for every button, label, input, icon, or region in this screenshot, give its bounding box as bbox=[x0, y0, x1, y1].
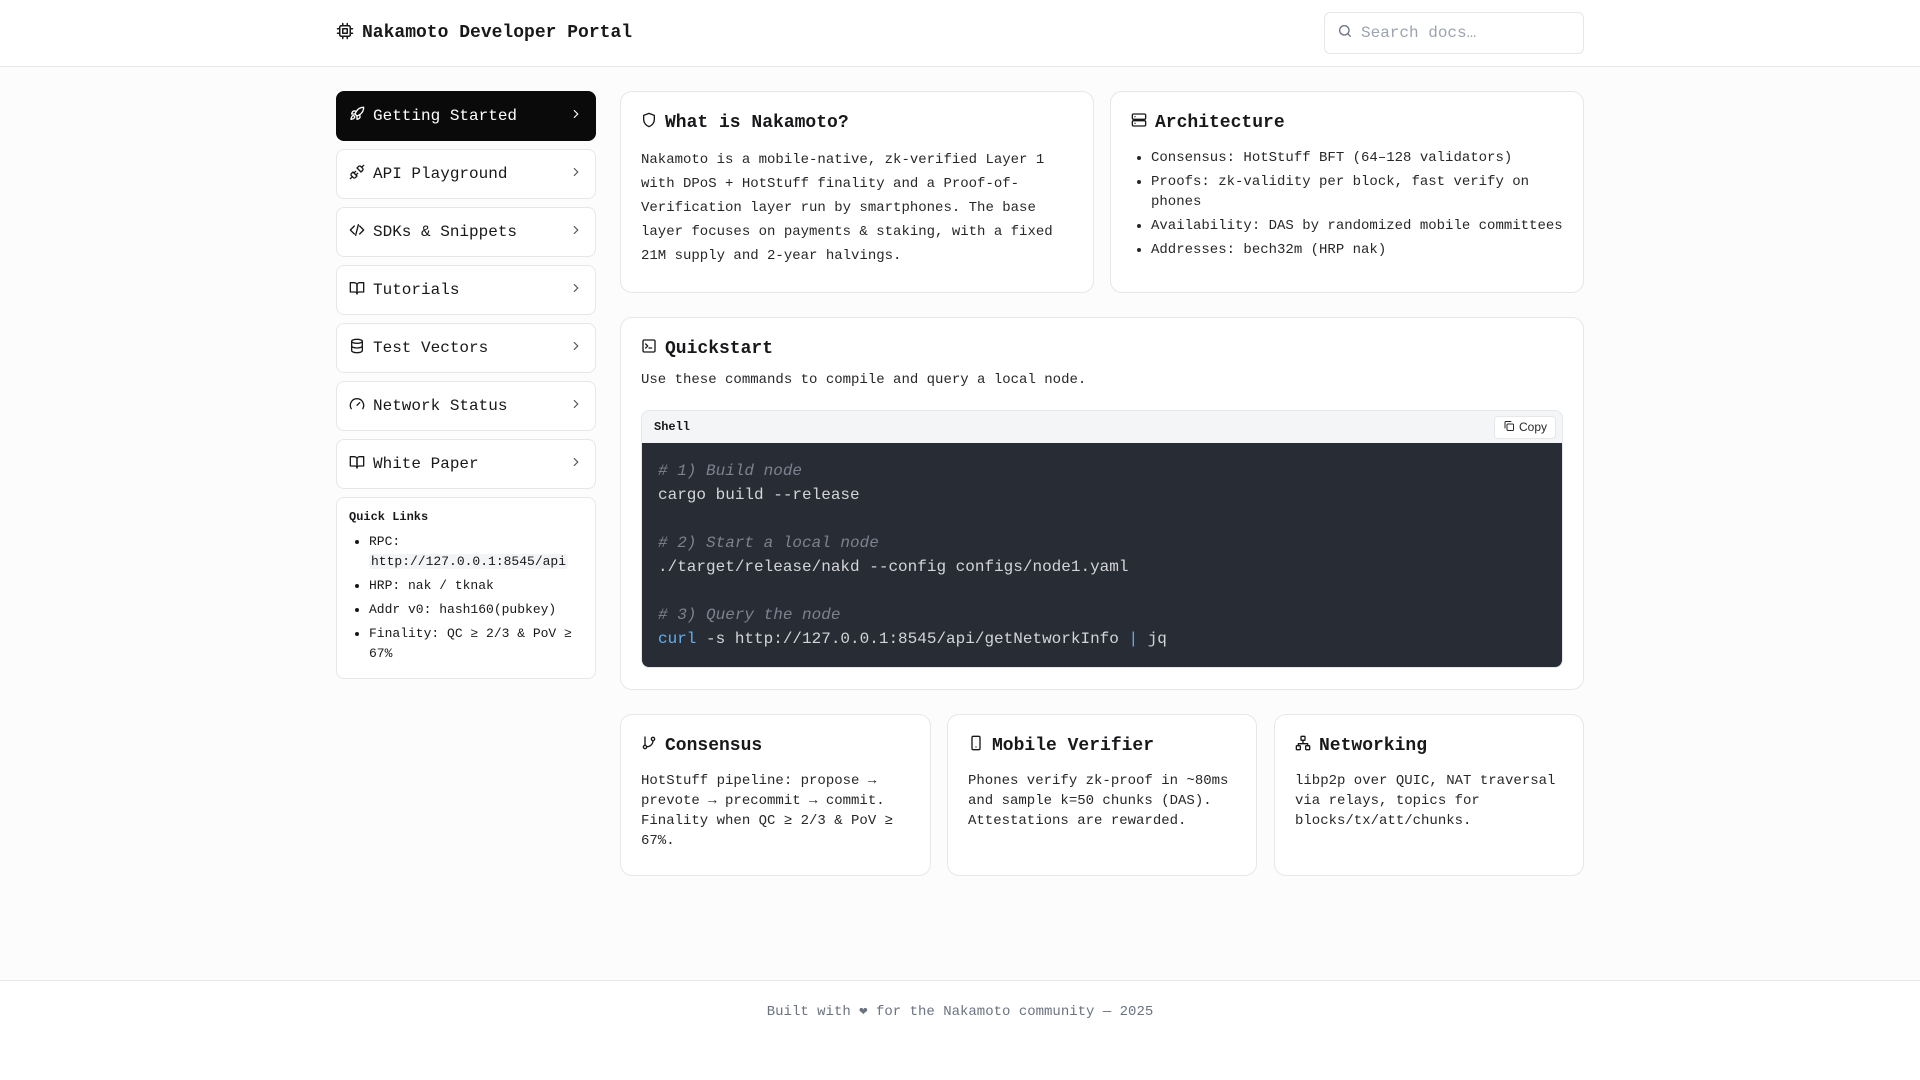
chevron-right-icon bbox=[569, 281, 583, 300]
plug-icon bbox=[349, 164, 365, 185]
architecture-card: Architecture Consensus: HotStuff BFT (64… bbox=[1110, 91, 1584, 293]
architecture-list: Consensus: HotStuff BFT (64–128 validato… bbox=[1131, 148, 1563, 260]
code-header: Shell Copy bbox=[642, 411, 1562, 443]
book-icon bbox=[349, 280, 365, 301]
sidebar-item-test-vectors[interactable]: Test Vectors bbox=[336, 323, 596, 373]
rpc-url[interactable]: http://127.0.0.1:8545/api bbox=[369, 554, 569, 569]
consensus-title-text: Consensus bbox=[665, 736, 763, 756]
quickstart-card: Quickstart Use these commands to compile… bbox=[620, 317, 1584, 690]
shield-icon bbox=[641, 112, 657, 134]
consensus-body: HotStuff pipeline: propose → prevote → p… bbox=[641, 773, 894, 849]
networking-card: Networking libp2p over QUIC, NAT travers… bbox=[1274, 714, 1584, 876]
app-title: Nakamoto Developer Portal bbox=[362, 23, 633, 43]
server-icon bbox=[1131, 112, 1147, 134]
chevron-right-icon bbox=[569, 397, 583, 416]
footer: Built with ❤ for the Nakamoto community … bbox=[0, 980, 1920, 1080]
quickstart-title-text: Quickstart bbox=[665, 339, 774, 359]
code-block: Shell Copy # 1) Build node cargo build -… bbox=[641, 410, 1563, 668]
sidebar-item-sdks-snippets[interactable]: SDKs & Snippets bbox=[336, 207, 596, 257]
sidebar-item-white-paper[interactable]: White Paper bbox=[336, 439, 596, 489]
quick-link-rpc: RPC: http://127.0.0.1:8545/api bbox=[369, 532, 583, 572]
search-box[interactable] bbox=[1324, 12, 1584, 54]
quickstart-description: Use these commands to compile and query … bbox=[641, 372, 1087, 388]
mobile-verifier-body: Phones verify zk-proof in ~80ms and samp… bbox=[968, 773, 1229, 829]
networking-body: libp2p over QUIC, NAT traversal via rela… bbox=[1295, 773, 1556, 829]
network-icon bbox=[1295, 735, 1311, 757]
quick-link-hrp: HRP: nak / tknak bbox=[369, 576, 583, 596]
copy-button[interactable]: Copy bbox=[1493, 415, 1556, 439]
code-body[interactable]: # 1) Build node cargo build --release # … bbox=[642, 443, 1562, 667]
architecture-title: Architecture bbox=[1131, 112, 1563, 134]
consensus-card: Consensus HotStuff pipeline: propose → p… bbox=[620, 714, 931, 876]
code-pipe: | bbox=[1128, 630, 1139, 648]
chevron-right-icon bbox=[569, 165, 583, 184]
code-language: Shell bbox=[654, 420, 691, 434]
code-line: ./target/release/nakd --config configs/n… bbox=[658, 558, 1129, 576]
architecture-item: Addresses: bech32m (HRP nak) bbox=[1151, 240, 1563, 260]
database-icon bbox=[349, 338, 365, 359]
sidebar-item-network-status[interactable]: Network Status bbox=[336, 381, 596, 431]
sidebar-item-label: Tutorials bbox=[373, 281, 460, 299]
code-comment: # 1) Build node bbox=[658, 462, 803, 480]
code-line: jq bbox=[1138, 630, 1167, 648]
networking-title-text: Networking bbox=[1319, 736, 1428, 756]
top-header: Nakamoto Developer Portal bbox=[0, 0, 1920, 67]
footer-text: Built with ❤ for the Nakamoto community … bbox=[766, 1004, 1154, 1020]
quick-link-addr: Addr v0: hash160(pubkey) bbox=[369, 600, 583, 620]
chevron-right-icon bbox=[569, 455, 583, 474]
chip-icon bbox=[336, 22, 354, 45]
code-icon bbox=[349, 222, 365, 243]
terminal-icon bbox=[641, 338, 657, 360]
sidebar-item-getting-started[interactable]: Getting Started bbox=[336, 91, 596, 141]
sidebar-item-label: Getting Started bbox=[373, 107, 518, 125]
code-comment: # 2) Start a local node bbox=[658, 534, 879, 552]
quick-links-title: Quick Links bbox=[349, 510, 429, 524]
architecture-item: Availability: DAS by randomized mobile c… bbox=[1151, 216, 1563, 236]
copy-label: Copy bbox=[1518, 420, 1547, 434]
quick-links-panel: Quick Links RPC: http://127.0.0.1:8545/a… bbox=[336, 497, 596, 679]
book-open-icon bbox=[349, 454, 365, 475]
chevron-right-icon bbox=[569, 107, 583, 126]
rpc-label: RPC: bbox=[369, 534, 401, 549]
architecture-item: Proofs: zk-validity per block, fast veri… bbox=[1151, 172, 1563, 212]
sidebar-item-label: White Paper bbox=[373, 455, 479, 473]
sidebar-item-tutorials[interactable]: Tutorials bbox=[336, 265, 596, 315]
code-line: -s http://127.0.0.1:8545/api/getNetworkI… bbox=[696, 630, 1129, 648]
mobile-verifier-title: Mobile Verifier bbox=[968, 735, 1236, 757]
sidebar-item-label: SDKs & Snippets bbox=[373, 223, 518, 241]
chevron-right-icon bbox=[569, 223, 583, 242]
quickstart-title: Quickstart bbox=[641, 338, 1563, 360]
copy-icon bbox=[1503, 420, 1515, 435]
what-is-title-text: What is Nakamoto? bbox=[665, 113, 849, 133]
what-is-title: What is Nakamoto? bbox=[641, 112, 1073, 134]
sidebar-item-label: API Playground bbox=[373, 165, 508, 183]
what-is-card: What is Nakamoto? Nakamoto is a mobile-n… bbox=[620, 91, 1094, 293]
quick-links-list: RPC: http://127.0.0.1:8545/api HRP: nak … bbox=[349, 532, 583, 664]
brand[interactable]: Nakamoto Developer Portal bbox=[336, 20, 632, 46]
sidebar-item-label: Test Vectors bbox=[373, 339, 489, 357]
rocket-icon bbox=[349, 106, 365, 127]
sidebar-item-api-playground[interactable]: API Playground bbox=[336, 149, 596, 199]
code-comment: # 3) Query the node bbox=[658, 606, 841, 624]
mobile-verifier-card: Mobile Verifier Phones verify zk-proof i… bbox=[947, 714, 1257, 876]
quick-link-finality: Finality: QC ≥ 2/3 & PoV ≥ 67% bbox=[369, 624, 583, 664]
networking-title: Networking bbox=[1295, 735, 1563, 757]
sidebar-item-label: Network Status bbox=[373, 397, 508, 415]
what-is-body: Nakamoto is a mobile-native, zk-verified… bbox=[641, 152, 1053, 264]
smartphone-icon bbox=[968, 735, 984, 757]
mobile-verifier-title-text: Mobile Verifier bbox=[992, 736, 1155, 756]
chevron-right-icon bbox=[569, 339, 583, 358]
architecture-title-text: Architecture bbox=[1155, 113, 1285, 133]
code-line: cargo build --release bbox=[658, 486, 860, 504]
search-input[interactable] bbox=[1361, 24, 1571, 42]
architecture-item: Consensus: HotStuff BFT (64–128 validato… bbox=[1151, 148, 1563, 168]
code-keyword: curl bbox=[658, 630, 697, 648]
consensus-title: Consensus bbox=[641, 735, 910, 757]
gauge-icon bbox=[349, 396, 365, 417]
git-branch-icon bbox=[641, 735, 657, 757]
search-icon bbox=[1337, 23, 1353, 44]
